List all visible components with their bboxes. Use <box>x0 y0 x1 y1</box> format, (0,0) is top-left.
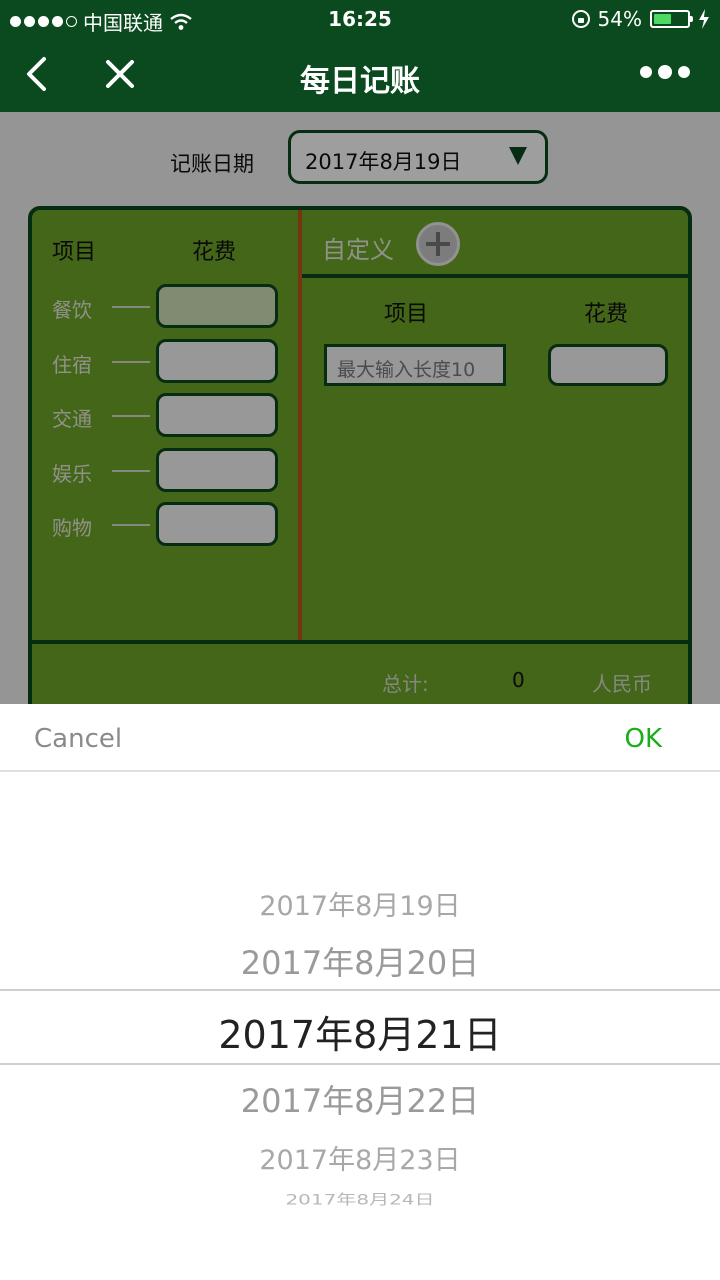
orientation-lock-icon <box>571 10 590 28</box>
battery-percent: 54% <box>597 7 642 31</box>
ok-button[interactable]: OK <box>624 724 662 754</box>
status-bar: 中国联通 16:25 54% <box>0 0 720 38</box>
battery-level <box>654 14 671 24</box>
nav-bar: 每日记账 <box>0 38 720 112</box>
cancel-button[interactable]: Cancel <box>34 724 122 754</box>
picker-option-selected[interactable]: 2017年8月21日 <box>0 1004 720 1059</box>
charging-bolt-icon <box>699 9 709 29</box>
picker-option[interactable]: 2017年8月20日 <box>0 938 720 984</box>
picker-option[interactable]: 2017年8月23日 <box>0 1138 720 1177</box>
battery-icon <box>650 10 693 28</box>
picker-toolbar: Cancel OK <box>0 704 720 772</box>
more-dots-icon[interactable] <box>640 65 690 79</box>
app-header: 中国联通 16:25 54% 每日记账 <box>0 0 720 112</box>
picker-option[interactable]: 2017年8月22日 <box>0 1076 720 1122</box>
modal-backdrop[interactable] <box>0 112 720 704</box>
page-title: 每日记账 <box>300 64 420 99</box>
selection-line-bottom <box>0 1063 720 1065</box>
selection-line-top <box>0 989 720 991</box>
picker-option[interactable]: 2017年8月24日 <box>0 1188 720 1208</box>
picker-option[interactable]: 2017年8月19日 <box>0 884 720 923</box>
date-picker: Cancel OK 2017年8月19日 2017年8月20日 2017年8月2… <box>0 704 720 1280</box>
